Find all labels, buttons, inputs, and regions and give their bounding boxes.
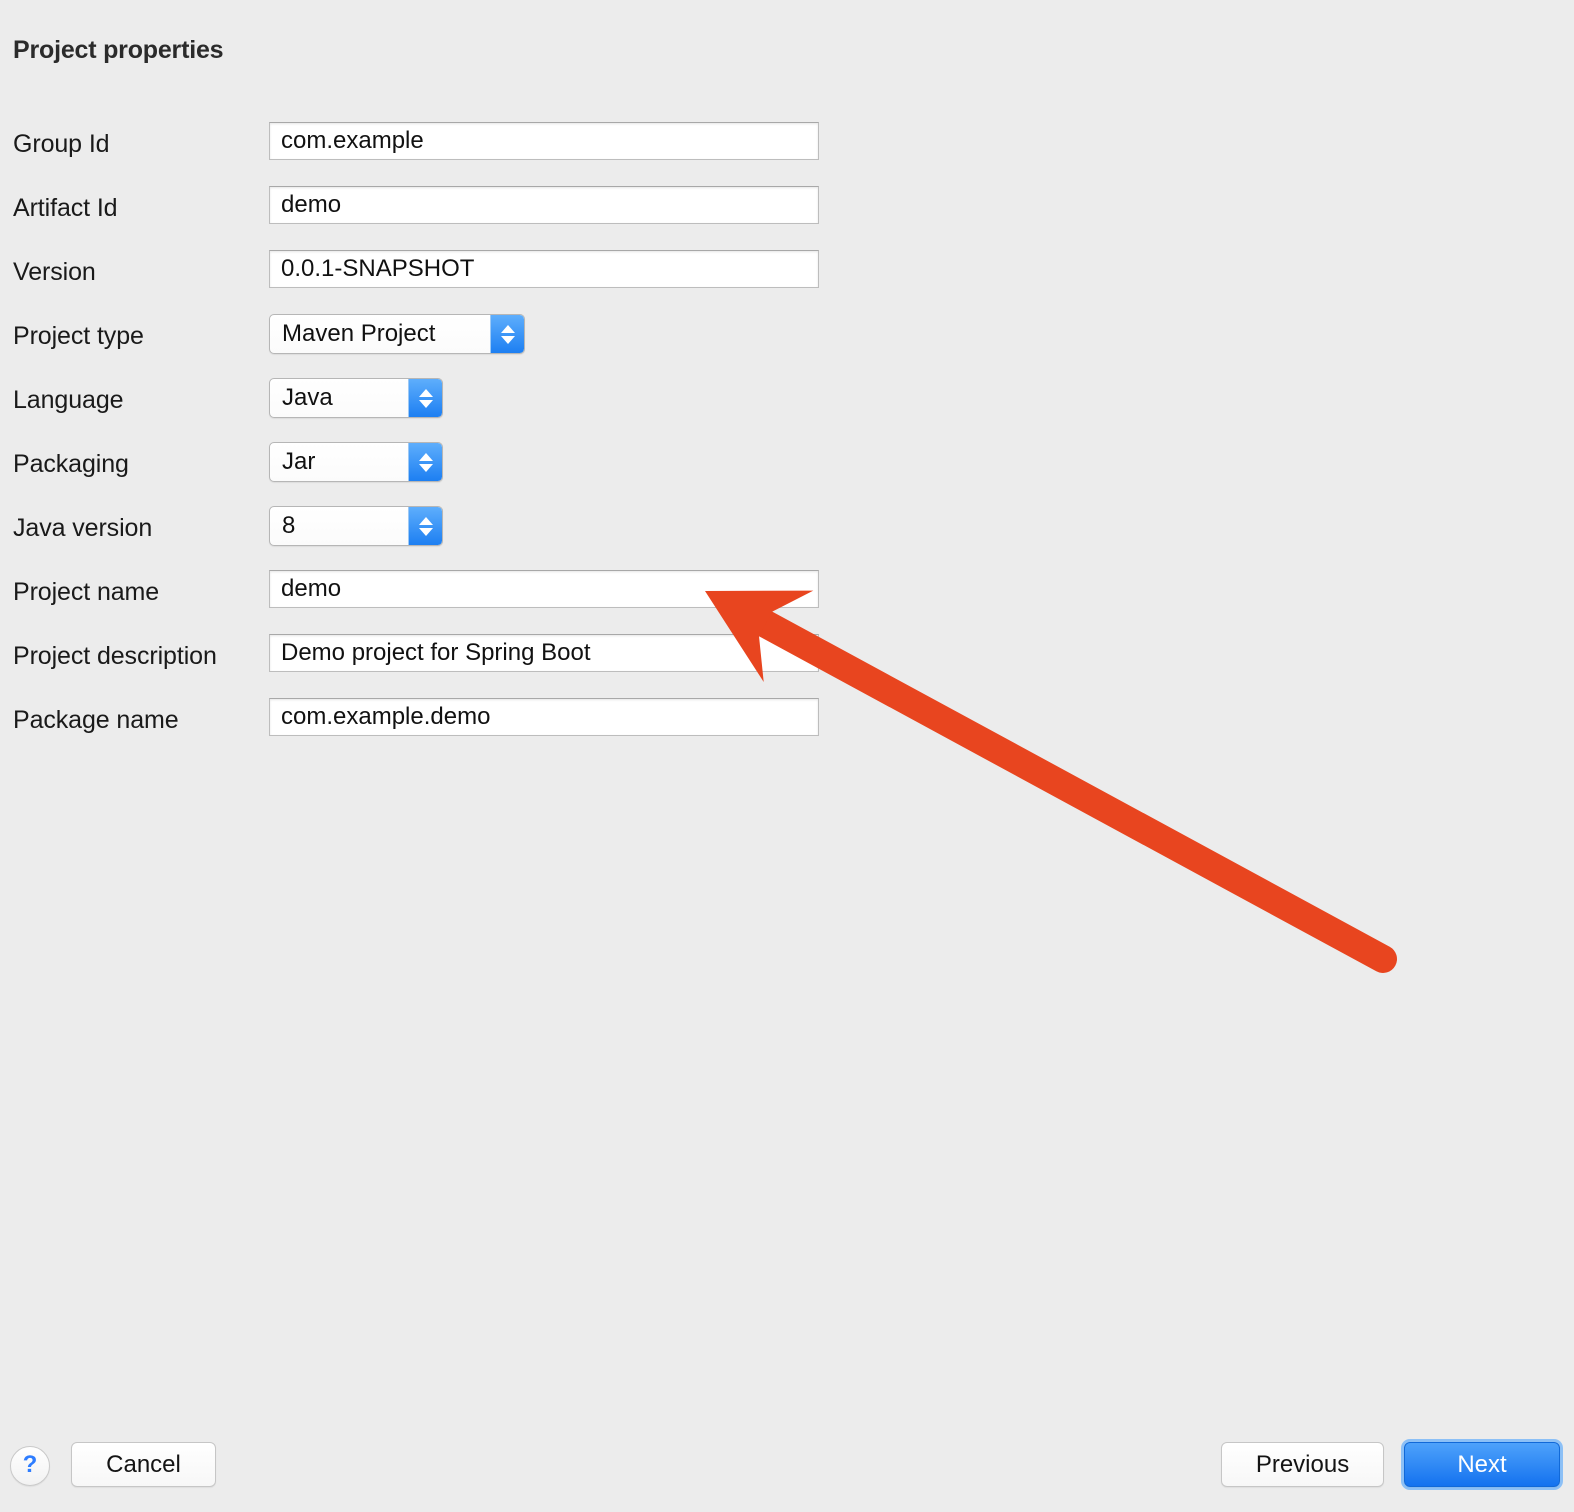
form-row: Group Id — [0, 122, 900, 186]
version-input[interactable] — [269, 250, 819, 288]
field-label: Project description — [13, 642, 217, 670]
stepper-chevron-updown-icon[interactable] — [408, 443, 442, 481]
field-label: Language — [13, 386, 124, 414]
field-label: Project type — [13, 322, 144, 350]
form-row: Language Java — [0, 378, 900, 442]
field-label: Artifact Id — [13, 194, 118, 222]
project-description-input[interactable] — [269, 634, 819, 672]
packaging-selected-value: Jar — [282, 448, 316, 475]
form-row: Version — [0, 250, 900, 314]
stepper-chevron-updown-icon[interactable] — [408, 379, 442, 417]
help-button[interactable]: ? — [10, 1446, 50, 1486]
group-id-input[interactable] — [269, 122, 819, 160]
form-row: Project description — [0, 634, 900, 698]
stepper-chevron-updown-icon[interactable] — [490, 315, 524, 353]
form-row: Artifact Id — [0, 186, 900, 250]
package-name-input[interactable] — [269, 698, 819, 736]
field-label: Group Id — [13, 130, 110, 158]
form-row: Packaging Jar — [0, 442, 900, 506]
project-type-selected-value: Maven Project — [282, 320, 436, 347]
project-properties-form: Group Id Artifact Id Version Project type Ma… — [0, 122, 900, 762]
stepper-chevron-updown-icon[interactable] — [408, 507, 442, 545]
packaging-combobox[interactable]: Jar — [269, 442, 443, 482]
field-label: Java version — [13, 514, 153, 542]
page-title: Project properties — [13, 36, 224, 64]
java-version-selected-value: 8 — [282, 512, 296, 539]
form-row: Java version 8 — [0, 506, 900, 570]
artifact-id-input[interactable] — [269, 186, 819, 224]
form-row: Package name — [0, 698, 900, 762]
java-version-combobox[interactable]: 8 — [269, 506, 443, 546]
project-name-input[interactable] — [269, 570, 819, 608]
cancel-button[interactable]: Cancel — [71, 1442, 216, 1487]
language-combobox[interactable]: Java — [269, 378, 443, 418]
next-button[interactable]: Next — [1404, 1442, 1560, 1487]
field-label: Packaging — [13, 450, 129, 478]
form-row: Project name — [0, 570, 900, 634]
language-selected-value: Java — [282, 384, 333, 411]
field-label: Version — [13, 258, 96, 286]
previous-button[interactable]: Previous — [1221, 1442, 1384, 1487]
field-label: Project name — [13, 578, 160, 606]
field-label: Package name — [13, 706, 179, 734]
form-row: Project type Maven Project — [0, 314, 900, 378]
project-type-combobox[interactable]: Maven Project — [269, 314, 525, 354]
dialog-button-bar: ? Cancel Previous Next — [0, 1426, 1574, 1512]
